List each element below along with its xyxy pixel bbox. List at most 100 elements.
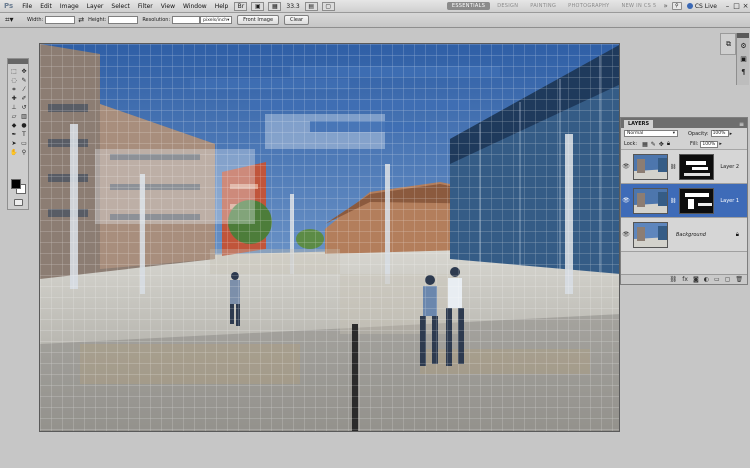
workspace-essentials[interactable]: ESSENTIALS bbox=[446, 2, 491, 10]
lock-all-icon[interactable]: 🔒︎ bbox=[667, 140, 670, 148]
width-input[interactable] bbox=[45, 16, 76, 24]
document-canvas[interactable] bbox=[39, 43, 620, 432]
dock-grip[interactable] bbox=[737, 33, 749, 38]
lasso-icon[interactable]: ◌ bbox=[9, 76, 19, 85]
visibility-eye-icon[interactable]: 👁︎ bbox=[621, 231, 631, 238]
layer-row-background[interactable]: 👁︎ Background 🔒︎ bbox=[621, 218, 747, 252]
menu-image[interactable]: Image bbox=[56, 3, 83, 10]
minimize-icon[interactable]: – bbox=[723, 2, 732, 10]
resolution-input[interactable] bbox=[172, 16, 201, 24]
visibility-eye-icon[interactable]: 👁︎ bbox=[621, 197, 631, 204]
blur-icon[interactable]: ◆ bbox=[9, 121, 19, 130]
history-panel-icon[interactable]: ⧉ bbox=[723, 39, 734, 49]
mask-link-icon[interactable]: ⛓︎ bbox=[670, 198, 676, 204]
lock-pixels-icon[interactable]: ✎ bbox=[651, 141, 656, 148]
menu-bar: Ps File Edit Image Layer Select Filter V… bbox=[0, 0, 750, 13]
arrange-documents-icon[interactable]: ▤ bbox=[304, 1, 318, 11]
fx-icon[interactable]: fx bbox=[682, 276, 688, 283]
trash-icon[interactable]: 🗑︎ bbox=[735, 276, 743, 283]
menu-edit[interactable]: Edit bbox=[36, 3, 56, 10]
layer-name[interactable]: Background bbox=[676, 232, 706, 238]
blend-mode-select[interactable]: Normal ▾ bbox=[624, 130, 678, 137]
more-workspaces-icon[interactable]: » bbox=[664, 2, 668, 10]
shape-icon[interactable]: ▭ bbox=[19, 139, 29, 148]
zoom-level[interactable]: 33.3 bbox=[286, 3, 299, 10]
layer-row-layer-1[interactable]: 👁︎ ⛓︎ Layer 1 bbox=[621, 184, 747, 218]
history-brush-icon[interactable]: ↺ bbox=[19, 103, 29, 112]
workspace-painting[interactable]: PAINTING bbox=[525, 2, 561, 10]
clear-button[interactable]: Clear bbox=[284, 15, 310, 25]
menu-file[interactable]: File bbox=[18, 3, 36, 10]
mini-bridge-icon[interactable]: ▣ bbox=[251, 1, 265, 11]
opacity-arrow-icon[interactable]: ▸ bbox=[730, 131, 733, 137]
pen-icon[interactable]: ✒ bbox=[9, 130, 19, 139]
layer-thumbnail bbox=[633, 187, 668, 214]
cs-live-label: CS Live bbox=[694, 2, 717, 10]
crop-icon[interactable]: ⌗ bbox=[9, 85, 19, 94]
height-label: Height: bbox=[88, 17, 107, 23]
opacity-field[interactable]: 100% bbox=[710, 130, 729, 137]
view-extras-icon[interactable]: ▦ bbox=[268, 1, 282, 11]
zoom-icon[interactable]: ⚲ bbox=[19, 148, 29, 157]
visibility-eye-icon[interactable]: 👁︎ bbox=[621, 163, 631, 170]
panel-menu-icon[interactable]: ≡ bbox=[739, 121, 744, 128]
crop-tool-preset-icon[interactable]: ⌗▾ bbox=[5, 15, 23, 25]
maximize-icon[interactable]: □ bbox=[732, 2, 741, 10]
menu-select[interactable]: Select bbox=[107, 3, 134, 10]
swap-dimensions-icon[interactable]: ⇄ bbox=[78, 16, 84, 24]
fill-field[interactable]: 100% bbox=[700, 140, 719, 148]
brush-icon[interactable]: ✐ bbox=[19, 94, 29, 103]
quick-mask-icon[interactable] bbox=[14, 199, 23, 206]
menu-layer[interactable]: Layer bbox=[83, 3, 108, 10]
layer-row-layer-2[interactable]: 👁︎ ⛓︎ Layer 2 bbox=[621, 150, 747, 184]
front-image-button[interactable]: Front Image bbox=[237, 15, 280, 25]
layer-name[interactable]: Layer 1 bbox=[720, 198, 739, 204]
fill-arrow-icon[interactable]: ▸ bbox=[719, 141, 722, 147]
clone-stamp-icon[interactable]: ⊥ bbox=[9, 103, 19, 112]
foreground-color-swatch[interactable] bbox=[11, 179, 21, 189]
layer-mask-thumbnail[interactable] bbox=[679, 153, 715, 180]
gradient-icon[interactable]: ▥ bbox=[19, 112, 29, 121]
move-icon[interactable]: ✥ bbox=[19, 67, 29, 76]
eyedropper-icon[interactable]: ⁄ bbox=[19, 85, 29, 94]
menu-filter[interactable]: Filter bbox=[134, 3, 157, 10]
hand-icon[interactable]: ✋ bbox=[9, 148, 19, 157]
type-icon[interactable]: T bbox=[19, 130, 29, 139]
healing-icon[interactable]: ✚ bbox=[9, 94, 19, 103]
mask-link-icon[interactable]: ⛓︎ bbox=[670, 164, 676, 170]
quick-selection-icon[interactable]: ✎ bbox=[19, 76, 29, 85]
cs-live-icon bbox=[686, 3, 693, 9]
lock-position-icon[interactable]: ✥ bbox=[659, 141, 664, 148]
new-layer-icon[interactable]: ▢ bbox=[725, 276, 731, 283]
menu-view[interactable]: View bbox=[157, 3, 179, 10]
dodge-icon[interactable]: ● bbox=[19, 121, 29, 130]
marquee-icon[interactable]: ⬚ bbox=[9, 67, 19, 76]
workspace-new-in-cs5[interactable]: NEW IN CS 5 bbox=[617, 2, 662, 10]
close-icon[interactable]: × bbox=[741, 2, 750, 10]
mask-icon[interactable]: ◙ bbox=[693, 276, 699, 283]
search-icon[interactable]: ⚲ bbox=[671, 2, 682, 10]
screen-mode-icon[interactable]: ▢ bbox=[321, 1, 335, 11]
path-selection-icon[interactable]: ➤ bbox=[9, 139, 19, 148]
menu-help[interactable]: Help bbox=[211, 3, 233, 10]
resolution-unit-select[interactable]: pixels/inch ▾ bbox=[200, 16, 233, 24]
chevron-down-icon: ▾ bbox=[227, 17, 230, 23]
cs-live-button[interactable]: CS Live bbox=[686, 2, 717, 10]
link-icon[interactable]: ⛓︎ bbox=[670, 276, 678, 283]
masks-panel-icon[interactable]: ▣ bbox=[738, 54, 749, 64]
paragraph-panel-icon[interactable]: ¶ bbox=[738, 67, 749, 77]
workspace-photography[interactable]: PHOTOGRAPHY bbox=[563, 2, 614, 10]
layers-panel-header: LAYERS ≡ bbox=[621, 118, 747, 128]
layer-mask-thumbnail[interactable] bbox=[679, 187, 715, 214]
lock-transparency-icon[interactable]: ▦ bbox=[642, 141, 648, 148]
layer-name[interactable]: Layer 2 bbox=[720, 164, 739, 170]
menu-window[interactable]: Window bbox=[179, 3, 211, 10]
folder-icon[interactable]: ▭ bbox=[714, 276, 720, 283]
workspace-design[interactable]: DESIGN bbox=[492, 2, 523, 10]
layers-tab[interactable]: LAYERS bbox=[624, 120, 654, 128]
eraser-icon[interactable]: ▱ bbox=[9, 112, 19, 121]
bridge-icon[interactable]: Br bbox=[234, 1, 248, 11]
height-input[interactable] bbox=[108, 16, 139, 24]
adjustments-panel-icon[interactable]: ⚙ bbox=[738, 41, 749, 51]
adjustment-icon[interactable]: ◐ bbox=[704, 276, 709, 283]
